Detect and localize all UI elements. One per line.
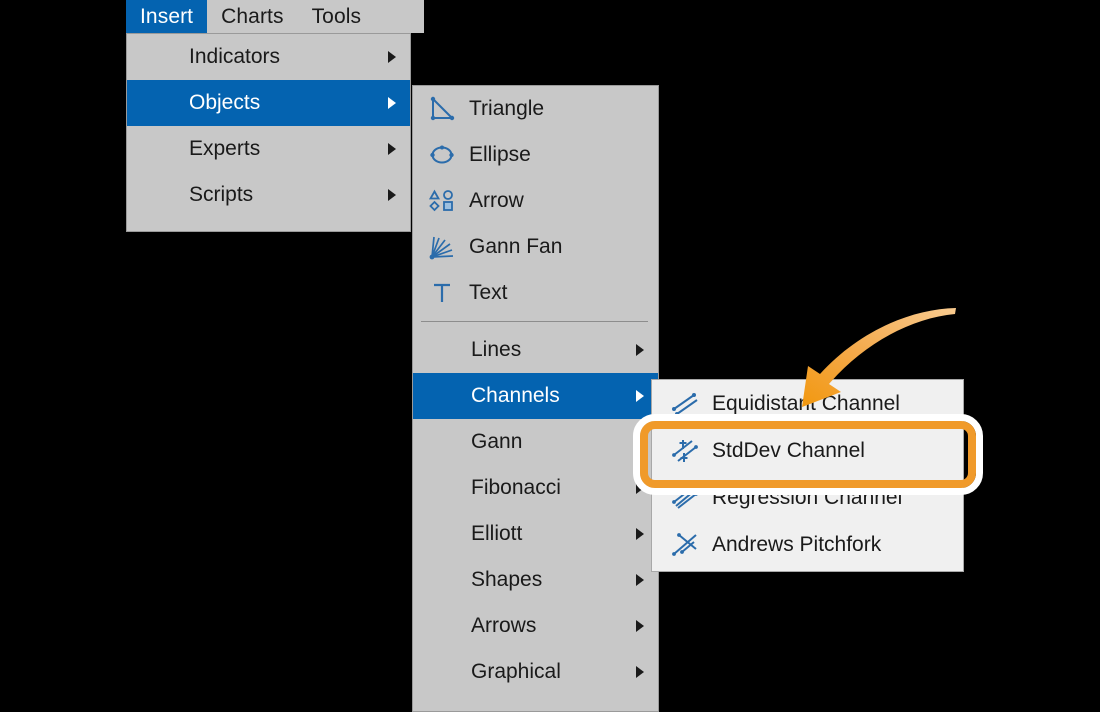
menu-item-triangle[interactable]: Triangle — [413, 86, 658, 132]
ellipse-icon — [421, 136, 463, 174]
menubar-item-tools-label: Tools — [311, 4, 362, 28]
chevron-right-icon — [388, 143, 396, 155]
menu-item-text[interactable]: Text — [413, 270, 658, 316]
menu-item-indicators-label: Indicators — [189, 45, 281, 68]
chevron-right-icon — [388, 97, 396, 109]
chevron-right-icon — [636, 390, 644, 402]
menu-item-gann-fan[interactable]: Gann Fan — [413, 224, 658, 270]
menubar-item-charts[interactable]: Charts — [207, 0, 297, 33]
menu-item-stddev-channel[interactable]: StdDev Channel — [652, 427, 963, 474]
menubar-item-charts-label: Charts — [221, 4, 284, 28]
menu-item-experts[interactable]: Experts — [127, 126, 410, 172]
menu-item-gann[interactable]: Gann — [413, 419, 658, 465]
menu-item-fibonacci-label: Fibonacci — [471, 476, 561, 499]
menu-item-arrows[interactable]: Arrows — [413, 603, 658, 649]
chevron-right-icon — [636, 528, 644, 540]
menu-item-shapes-label: Shapes — [471, 568, 543, 591]
menu-item-graphical[interactable]: Graphical — [413, 649, 658, 695]
menu-item-andrews-pitchfork[interactable]: Andrews Pitchfork — [652, 521, 963, 568]
menu-item-elliott[interactable]: Elliott — [413, 511, 658, 557]
menu-item-ellipse-label: Ellipse — [469, 143, 531, 166]
menu-item-scripts-label: Scripts — [189, 183, 254, 206]
menu-separator — [421, 321, 648, 322]
menu-item-fibonacci[interactable]: Fibonacci — [413, 465, 658, 511]
menu-item-lines-label: Lines — [471, 338, 522, 361]
menu-item-triangle-label: Triangle — [469, 97, 545, 120]
menu-item-arrow[interactable]: Arrow — [413, 178, 658, 224]
menu-item-shapes[interactable]: Shapes — [413, 557, 658, 603]
chevron-right-icon — [636, 436, 644, 448]
menu-item-elliott-label: Elliott — [471, 522, 523, 545]
menu-item-text-label: Text — [469, 281, 508, 304]
menu-bar: Insert Charts Tools — [126, 0, 424, 33]
menu-item-equidistant-channel-label: Equidistant Channel — [712, 391, 900, 415]
text-icon — [421, 274, 463, 312]
chevron-right-icon — [388, 51, 396, 63]
chevron-right-icon — [388, 189, 396, 201]
chevron-right-icon — [636, 666, 644, 678]
menu-item-experts-label: Experts — [189, 137, 261, 160]
chevron-right-icon — [636, 344, 644, 356]
chevron-right-icon — [636, 482, 644, 494]
stddev-channel-icon — [664, 432, 706, 470]
andrews-pitchfork-icon — [664, 526, 706, 564]
menubar-item-insert-label: Insert — [140, 4, 194, 28]
menu-item-indicators[interactable]: Indicators — [127, 34, 410, 80]
menu-item-channels-label: Channels — [471, 384, 560, 407]
menu-item-scripts[interactable]: Scripts — [127, 172, 410, 218]
chevron-right-icon — [636, 574, 644, 586]
menu-item-ellipse[interactable]: Ellipse — [413, 132, 658, 178]
menu-item-regression-channel[interactable]: Regression Channel — [652, 474, 963, 521]
menu-item-regression-channel-label: Regression Channel — [712, 485, 903, 509]
menu-item-arrows-label: Arrows — [471, 614, 537, 637]
insert-dropdown-menu: Indicators Objects Experts Scripts — [126, 33, 411, 232]
menu-item-stddev-channel-label: StdDev Channel — [712, 438, 865, 462]
screenshot-root: Insert Charts Tools Indicators Objects E… — [0, 0, 1100, 712]
menu-item-gann-fan-label: Gann Fan — [469, 235, 563, 258]
menu-item-objects-label: Objects — [189, 91, 261, 114]
chevron-right-icon — [636, 620, 644, 632]
triangle-icon — [421, 90, 463, 128]
gann-fan-icon — [421, 228, 463, 266]
menu-item-andrews-pitchfork-label: Andrews Pitchfork — [712, 532, 882, 556]
objects-submenu: Triangle Ellipse Arrow Gann Fan Text Lin… — [412, 85, 659, 712]
menu-item-graphical-label: Graphical — [471, 660, 561, 683]
equidistant-channel-icon — [664, 385, 706, 423]
channels-submenu: Equidistant Channel StdDev Channel Regre… — [651, 379, 964, 572]
menu-item-gann-label: Gann — [471, 430, 523, 453]
menu-item-lines[interactable]: Lines — [413, 327, 658, 373]
menubar-item-tools[interactable]: Tools — [298, 0, 376, 33]
menu-item-channels[interactable]: Channels — [413, 373, 658, 419]
regression-channel-icon — [664, 479, 706, 517]
menubar-item-insert[interactable]: Insert — [126, 0, 208, 33]
menu-item-arrow-label: Arrow — [469, 189, 524, 212]
menu-item-objects[interactable]: Objects — [127, 80, 410, 126]
menu-item-equidistant-channel[interactable]: Equidistant Channel — [652, 380, 963, 427]
arrow-shapes-icon — [421, 182, 463, 220]
